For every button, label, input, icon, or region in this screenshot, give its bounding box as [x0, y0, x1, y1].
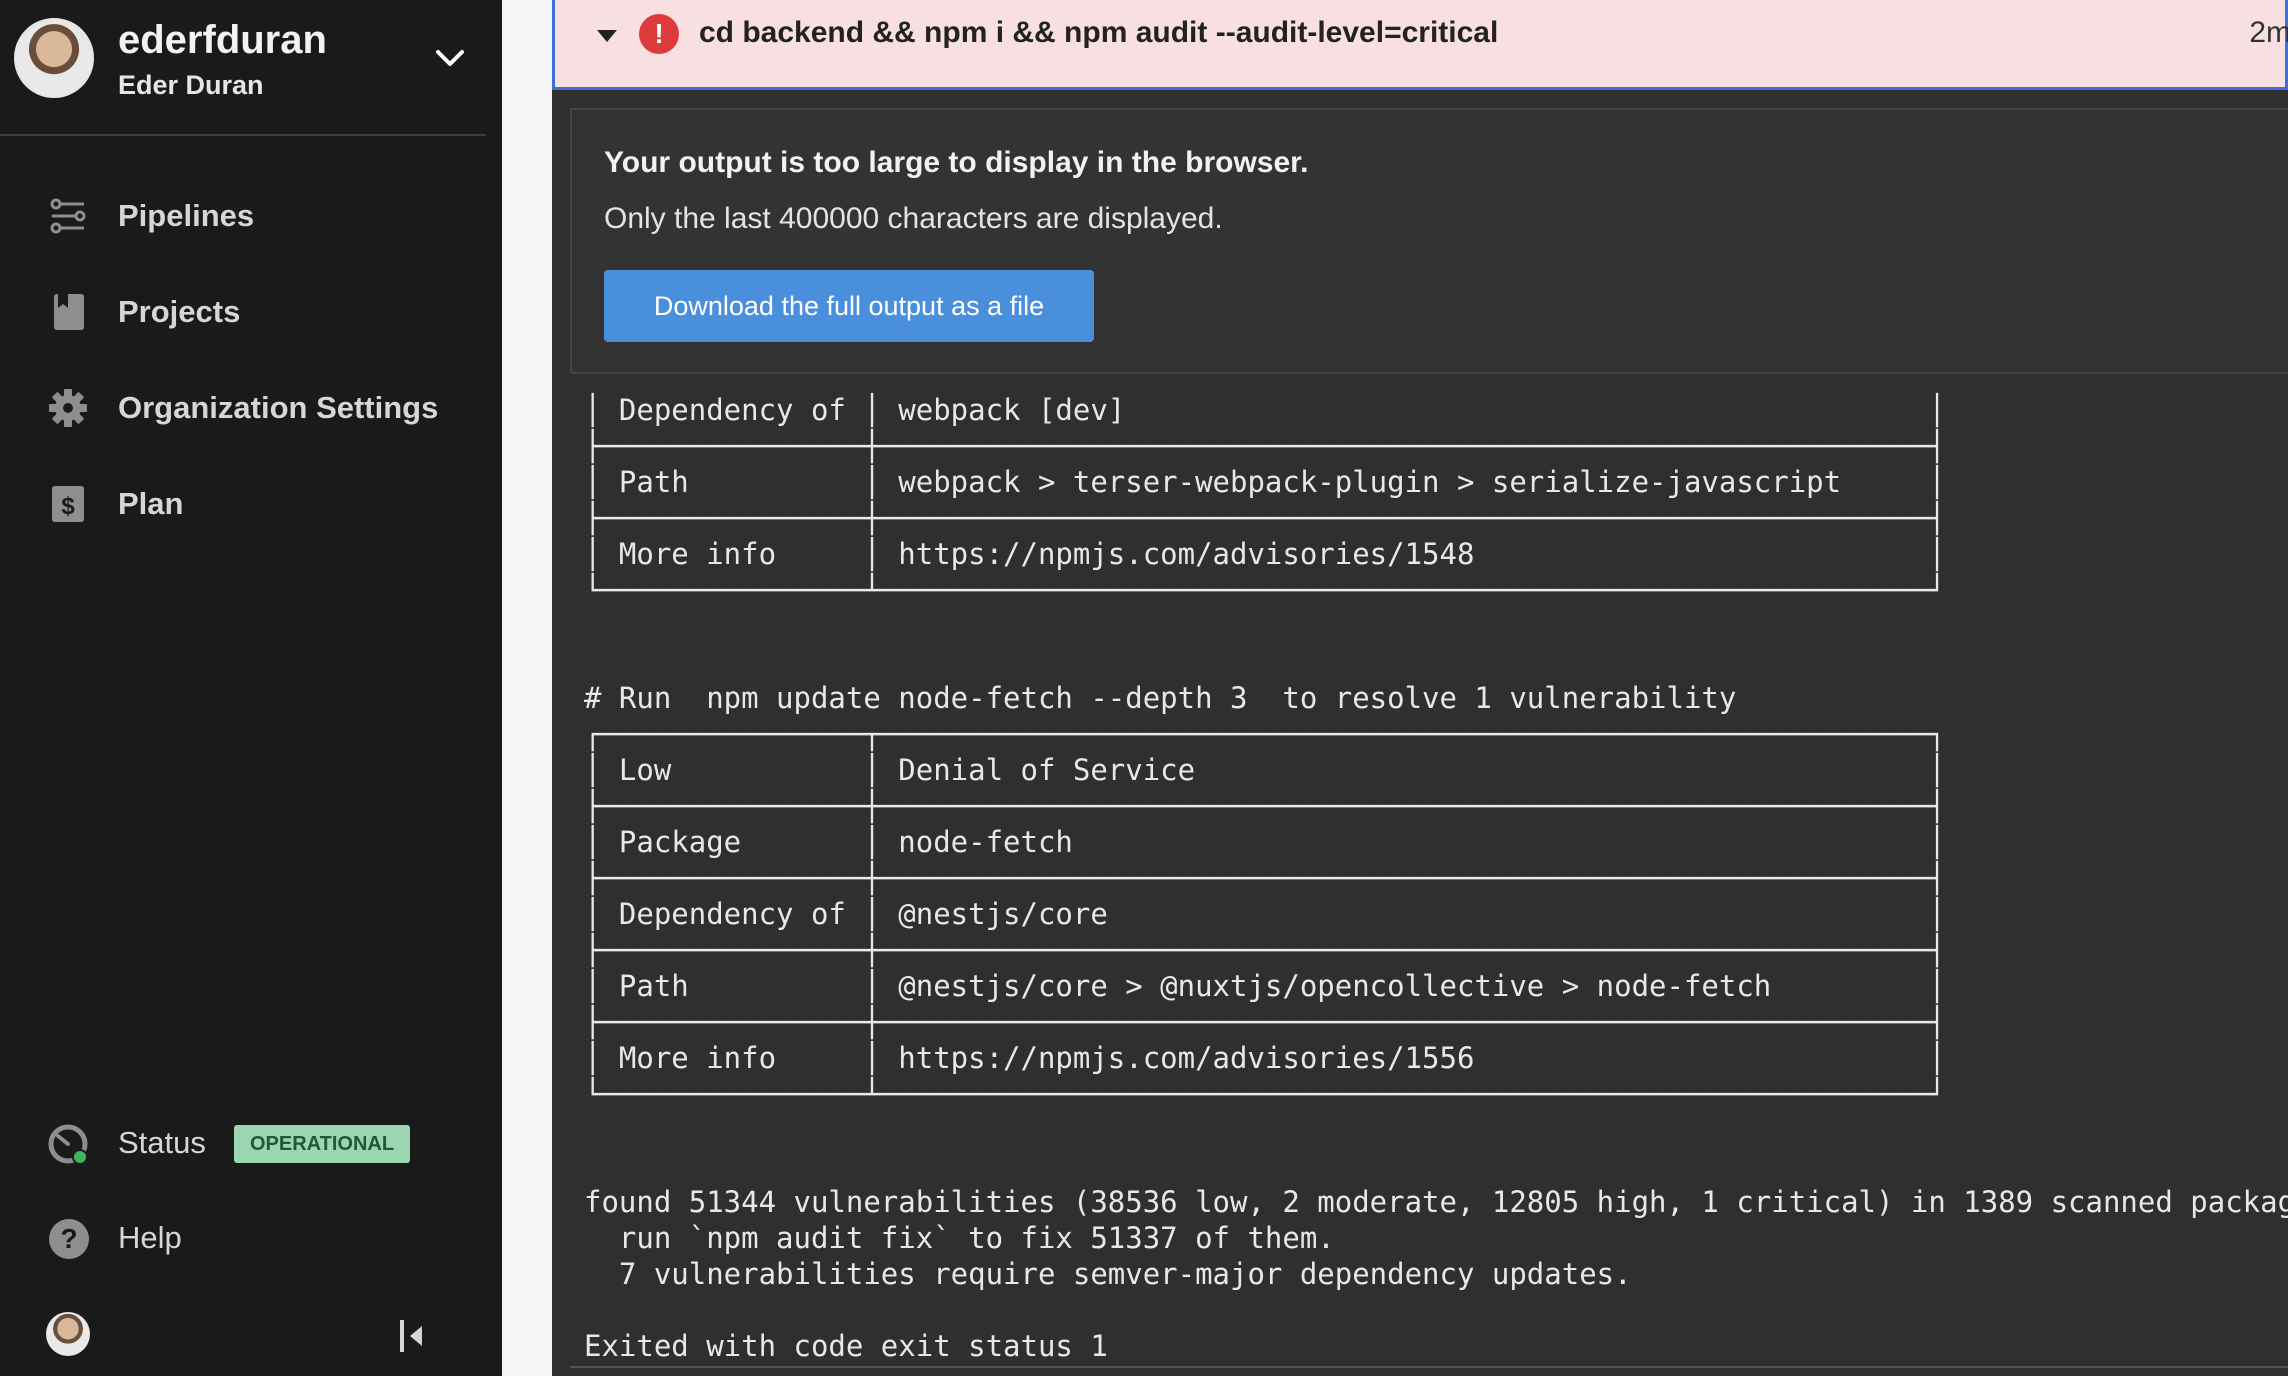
notice-title: Your output is too large to display in t… — [604, 146, 1309, 179]
step-header[interactable]: ! cd backend && npm i && npm audit --aud… — [552, 0, 2288, 90]
help-link[interactable]: Help — [118, 1220, 182, 1256]
job-output-panel: ! cd backend && npm i && npm audit --aud… — [552, 0, 2288, 1376]
divider — [570, 1366, 2288, 1368]
chevron-down-icon[interactable] — [432, 40, 468, 76]
output-line: ┌───────────────┬───────────────────────… — [584, 717, 1946, 751]
error-icon: ! — [639, 14, 679, 54]
full-name: Eder Duran — [118, 70, 264, 100]
output-line: ├───────────────┼───────────────────────… — [584, 1005, 1946, 1039]
output-line: ├───────────────┼───────────────────────… — [584, 429, 1946, 463]
notice-text: Only the last 400000 characters are disp… — [604, 202, 1223, 235]
svg-text:$: $ — [61, 493, 75, 520]
help-icon: ? — [49, 1219, 89, 1259]
sidebar-item-label: Projects — [118, 294, 241, 329]
status-label[interactable]: Status — [118, 1125, 206, 1161]
sidebar-item-projects[interactable]: Projects — [0, 276, 486, 346]
step-command: cd backend && npm i && npm audit --audit… — [699, 16, 1499, 49]
output-line: 7 vulnerabilities require semver-major d… — [584, 1257, 1632, 1291]
gutter — [502, 0, 552, 1376]
output-line: ├───────────────┼───────────────────────… — [584, 501, 1946, 535]
dollar-icon: $ — [52, 486, 84, 522]
gear-icon — [49, 389, 87, 427]
status-gauge-icon — [48, 1124, 88, 1165]
output-line: │ Path │ @nestjs/core > @nuxtjs/opencoll… — [584, 969, 1946, 1003]
username: ederfduran — [118, 18, 327, 62]
output-line: Exited with code exit status 1 — [584, 1329, 1108, 1363]
sidebar-item-label: Pipelines — [118, 198, 255, 233]
svg-text:?: ? — [60, 1223, 77, 1254]
output-line: ├───────────────┼───────────────────────… — [584, 933, 1946, 967]
terminal-output: │ Dependency of │ webpack [dev] │ ├──────… — [584, 392, 2288, 1364]
avatar — [14, 18, 94, 98]
avatar[interactable] — [46, 1312, 90, 1356]
output-line: ├───────────────┼───────────────────────… — [584, 861, 1946, 895]
status-badge: OPERATIONAL — [234, 1125, 411, 1163]
output-line: ├───────────────┼───────────────────────… — [584, 789, 1946, 823]
sidebar-item-plan[interactable]: $ Plan — [0, 468, 486, 538]
output-line: │ Dependency of │ @nestjs/core │ — [584, 897, 1946, 931]
output-line: └───────────────┴───────────────────────… — [584, 573, 1946, 607]
output-line: │ Package │ node-fetch │ — [584, 825, 1946, 859]
output-line: └───────────────┴───────────────────────… — [584, 1077, 1946, 1111]
sidebar-item-label: Organization Settings — [118, 390, 439, 425]
sidebar-item-label: Plan — [118, 486, 184, 521]
output-line: found 51344 vulnerabilities (38536 low, … — [584, 1185, 2288, 1219]
output-line: run `npm audit fix` to fix 51337 of them… — [584, 1221, 1335, 1255]
sidebar-item-pipelines[interactable]: Pipelines — [0, 180, 486, 250]
output-line: │ Path │ webpack > terser-webpack-plugin… — [584, 465, 1946, 499]
user-switcher[interactable]: ederfduran Eder Duran — [0, 0, 486, 136]
download-output-button[interactable]: Download the full output as a file — [604, 270, 1094, 342]
output-line: │ More info │ https://npmjs.com/advisori… — [584, 537, 1946, 571]
output-line: │ Low │ Denial of Service │ — [584, 753, 1946, 787]
pipelines-icon — [50, 198, 86, 234]
output-too-large-notice: Your output is too large to display in t… — [570, 108, 2288, 374]
sidebar-item-organization-settings[interactable]: Organization Settings — [0, 372, 486, 442]
book-icon — [54, 294, 84, 330]
step-duration: 2m — [2249, 16, 2288, 49]
sidebar: ederfduran Eder Duran Pipelines Projects — [0, 0, 502, 1376]
collapse-sidebar-icon[interactable] — [398, 1318, 428, 1354]
output-line: │ More info │ https://npmjs.com/advisori… — [584, 1041, 1946, 1075]
output-line: # Run npm update node-fetch --depth 3 to… — [584, 681, 1737, 715]
caret-down-icon[interactable] — [595, 28, 619, 44]
output-line: │ Dependency of │ webpack [dev] │ — [584, 393, 1946, 427]
